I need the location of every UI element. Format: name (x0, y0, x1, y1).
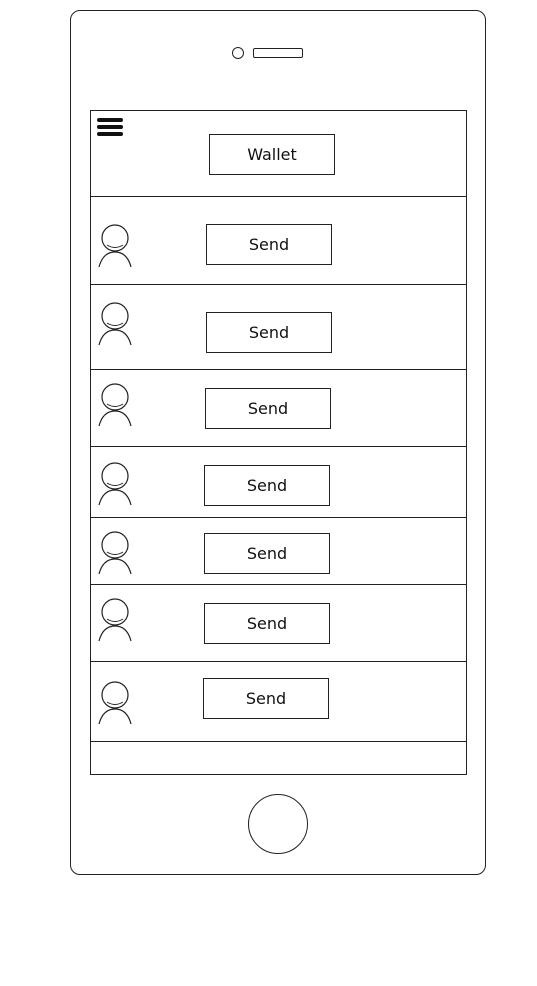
phone-screen: Wallet Send Send Send Send Send Send Sen… (90, 110, 467, 775)
user-avatar-icon (98, 681, 132, 725)
send-button[interactable]: Send (203, 678, 329, 719)
home-button[interactable] (248, 794, 308, 854)
user-avatar-icon (98, 531, 132, 575)
contact-row: Send (91, 447, 466, 518)
contact-row: Send (91, 197, 466, 285)
earpiece-speaker (253, 48, 303, 58)
user-avatar-icon (98, 598, 132, 642)
user-avatar-icon (98, 224, 132, 268)
front-camera (232, 47, 244, 59)
send-button[interactable]: Send (205, 388, 331, 429)
send-button[interactable]: Send (204, 465, 330, 506)
send-button[interactable]: Send (206, 312, 332, 353)
contact-row: Send (91, 662, 466, 742)
contact-row: Send (91, 585, 466, 662)
user-avatar-icon (98, 462, 132, 506)
send-button[interactable]: Send (204, 533, 330, 574)
user-avatar-icon (98, 383, 132, 427)
app-header: Wallet (91, 111, 466, 197)
wallet-button[interactable]: Wallet (209, 134, 335, 175)
send-button[interactable]: Send (206, 224, 332, 265)
hamburger-menu-icon[interactable] (97, 118, 123, 140)
wireframe-canvas: Wallet Send Send Send Send Send Send Sen… (0, 0, 537, 986)
contact-row: Send (91, 518, 466, 585)
contact-row: Send (91, 370, 466, 447)
bottom-bar (91, 742, 466, 775)
user-avatar-icon (98, 302, 132, 346)
send-button[interactable]: Send (204, 603, 330, 644)
contact-row: Send (91, 285, 466, 370)
